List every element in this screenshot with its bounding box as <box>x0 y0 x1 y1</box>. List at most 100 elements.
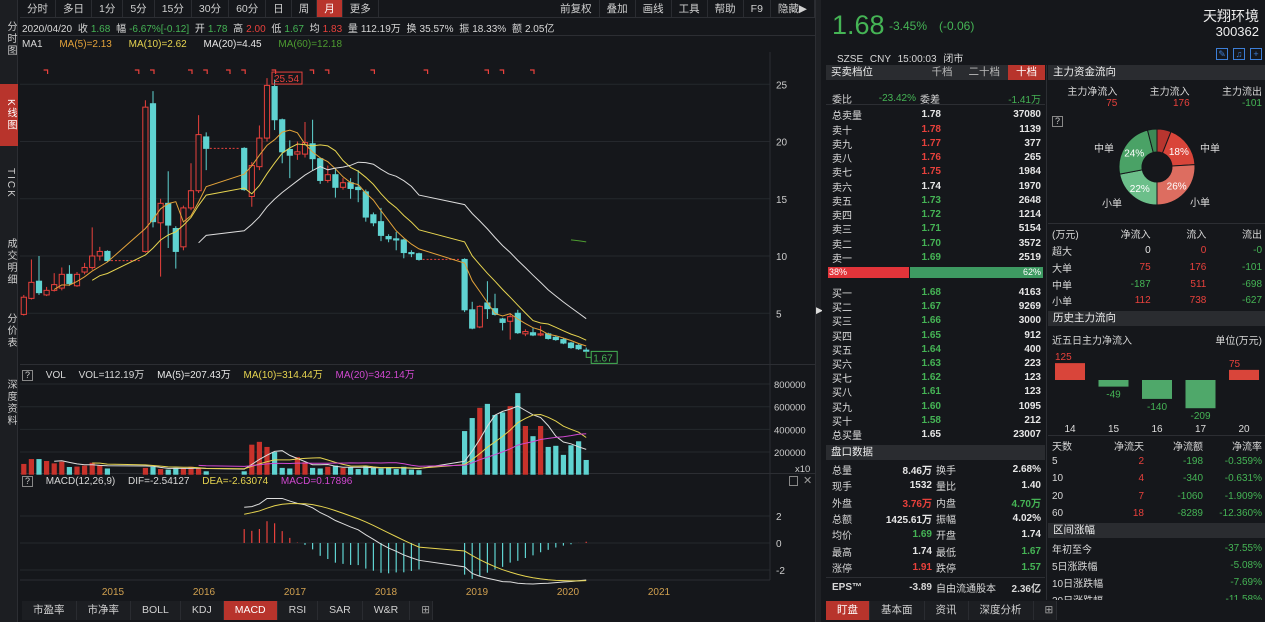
indicator-tab[interactable]: W&R <box>363 601 411 620</box>
row-price: 1.72 <box>921 209 941 220</box>
year-axis-label: 2019 <box>466 587 489 598</box>
ask-row: 卖七 1.75 1984 <box>826 164 1045 179</box>
indicator-tab[interactable]: MACD <box>223 601 278 620</box>
macd-tick-label: -2 <box>776 566 785 577</box>
volume-bar <box>158 469 164 475</box>
row-label: 卖一 <box>832 253 852 265</box>
pankou-value: 1.69 <box>912 529 932 541</box>
pankou-label: 开盘 <box>936 531 956 543</box>
event-marker-icon <box>134 69 140 74</box>
history-table-row: 20 7 -1060 -1.909% <box>1048 491 1265 502</box>
candle-up <box>187 190 195 209</box>
edit-pencil-icon[interactable]: ✎ <box>1216 48 1228 60</box>
row-volume: 1970 <box>1018 180 1041 192</box>
candle-down <box>499 318 506 323</box>
row-label: 卖五 <box>832 196 852 208</box>
row-label: 卖三 <box>832 225 852 237</box>
tab-10-levels[interactable]: 十档 <box>1008 65 1045 80</box>
net-rate: -0.631% <box>1224 473 1262 485</box>
indicator-tab[interactable]: SAR <box>318 601 363 620</box>
event-marker-icon <box>226 69 231 74</box>
volume-bar <box>538 425 544 475</box>
history-table-header-cell: 净流额 <box>1173 442 1203 453</box>
add-tab-icon[interactable]: ⊞ <box>1034 601 1057 620</box>
indicator-tab[interactable]: 市盈率 <box>22 601 77 620</box>
history-flow-header: 历史主力流向 <box>1048 311 1265 326</box>
net-rate: -0.359% <box>1224 456 1262 467</box>
capital-flow-header-cell: 主力流出 <box>1221 87 1262 98</box>
range-value: -5.08% <box>1230 560 1262 571</box>
flow-table-header-cell: (万元) <box>1052 230 1079 241</box>
kline-chart[interactable]: 510152025200000400000600000800000x1020-2… <box>0 0 815 600</box>
volume-tick-label: 600000 <box>774 403 806 414</box>
row-label: 买十 <box>832 416 852 428</box>
eps-label: EPS™ <box>832 582 863 593</box>
right-panel-tab[interactable]: 基本面 <box>870 601 925 620</box>
history-table-row: 10 4 -340 -0.631% <box>1048 473 1265 484</box>
flow-day-label: 15 <box>1108 424 1120 435</box>
net-days: 18 <box>1132 507 1144 519</box>
indicator-tab[interactable]: BOLL <box>131 601 181 620</box>
right-panel-tab[interactable]: 资讯 <box>925 601 969 620</box>
add-plus-icon[interactable]: + <box>1250 48 1262 60</box>
volume-bar <box>302 462 308 475</box>
bid-row: 买九 1.60 1095 <box>826 399 1045 414</box>
candle-up <box>537 333 544 336</box>
candle-down <box>271 86 278 121</box>
price-tick-label: 15 <box>776 195 788 206</box>
volume-bar <box>142 467 148 475</box>
indicator-tab[interactable]: KDJ <box>181 601 224 620</box>
pankou-label: 内盘 <box>936 498 956 510</box>
tab-20-levels[interactable]: 二十档 <box>961 65 1009 80</box>
row-price: 1.65 <box>921 329 941 341</box>
range-change-row: 10日涨跌幅 -7.69% <box>1048 575 1265 590</box>
flow-table-row: 大单 75 176 -101 <box>1048 260 1265 275</box>
capital-flow-header-cell: 主力净流入 <box>1067 87 1118 98</box>
candle-down <box>575 344 582 350</box>
candle-up <box>96 250 103 257</box>
ratio-left: 38% <box>828 267 910 278</box>
range-change-row: 年初至今 -37.55% <box>1048 541 1265 556</box>
pankou-label: 换手 <box>936 466 956 477</box>
float-shares-label: 自由流通股本 <box>936 584 996 595</box>
event-marker-icon <box>370 69 375 74</box>
pankou-label: 外盘 <box>832 498 852 510</box>
row-price: 1.75 <box>921 166 941 178</box>
history-table-header-cell: 净流率 <box>1232 442 1262 453</box>
indicator-tab[interactable]: RSI <box>278 601 319 620</box>
volume-bar <box>325 466 331 475</box>
range-change-header: 区间涨幅 <box>1048 523 1265 538</box>
candle-up <box>476 305 483 328</box>
row-volume: 123 <box>1024 372 1041 384</box>
net-rate: -12.360% <box>1219 507 1262 519</box>
orderbook: 委比 -23.42% 委差 -1.41万 总卖量 1.78 37080 卖十 1.78 1139 卖… <box>826 88 1045 443</box>
buy-sell-ratio-bar: 38% 62% <box>828 267 1043 278</box>
candle-down <box>370 214 377 224</box>
event-marker-icon <box>43 69 49 74</box>
alert-bell-icon[interactable]: ♫ <box>1233 48 1245 60</box>
add-indicator-icon[interactable]: ⊞ <box>410 601 434 620</box>
donut-category-label: 中单 <box>1094 142 1114 155</box>
days: 20 <box>1052 490 1064 502</box>
volume-bar <box>51 463 57 475</box>
ask-row: 卖八 1.76 265 <box>826 150 1045 165</box>
right-panel-tab[interactable]: 盯盘 <box>826 601 870 620</box>
pankou-value: 1425.61万 <box>885 514 932 526</box>
tab-1000-levels[interactable]: 千档 <box>924 65 961 80</box>
right-panel-tab[interactable]: 深度分析 <box>969 601 1034 620</box>
candle-up <box>89 255 96 268</box>
volume-bar <box>500 412 506 475</box>
year-axis-label: 2018 <box>375 587 398 598</box>
capital-flow-value: 176 <box>1172 98 1190 109</box>
indicator-tab[interactable]: 市净率 <box>77 601 131 620</box>
flow-in: 738 <box>1189 295 1207 307</box>
net-amount: -8289 <box>1177 507 1203 519</box>
row-volume: 400 <box>1024 343 1041 355</box>
pankou-value: 1532 <box>909 480 932 492</box>
pankou-value: 1.74 <box>1021 529 1041 541</box>
history-table-row: 5 2 -198 -0.359% <box>1048 456 1265 467</box>
capital-flow: 主力净流入 主力流入 主力流出 75 176 -101? 18% 26% 22% 24% 中单 中单小… <box>1048 80 1265 311</box>
pankou-row: 均价 1.69 开盘 1.74 <box>826 527 1045 542</box>
row-label: 买六 <box>832 360 852 371</box>
flow-table-row: 小单 112 738 -627 <box>1048 293 1265 308</box>
